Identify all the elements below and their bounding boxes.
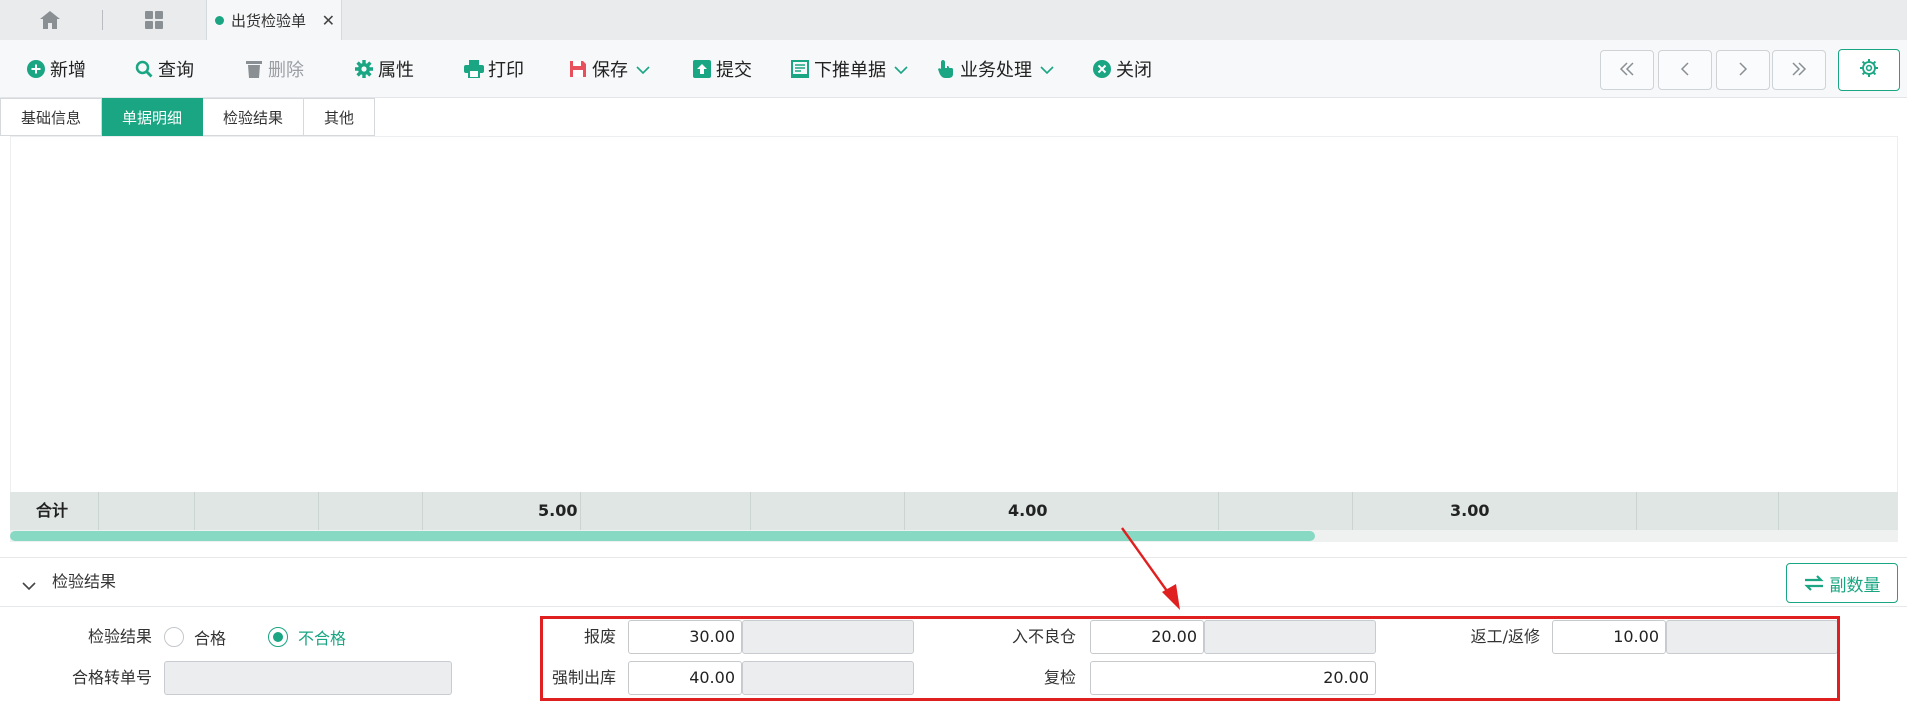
radio-circle[interactable] [164,627,184,647]
properties-button[interactable]: 属性 [354,40,414,98]
close-circle-icon [1092,59,1112,79]
first-page-button[interactable] [1600,50,1654,90]
top-tab-bar: 出货检验单 ✕ [0,0,1907,40]
grid-cell [422,492,423,530]
grid-cell [1778,492,1779,530]
total-value: 3.00 [1450,501,1490,520]
push-down-label: 下推单据 [814,60,886,81]
next-page-button[interactable] [1716,50,1770,90]
tab-outbound-inspection[interactable]: 出货检验单 ✕ [206,0,342,40]
grid-cell [580,492,581,530]
active-dot-icon [215,15,224,25]
delete-label: 删除 [268,60,304,81]
first-page-icon [1619,61,1635,80]
tab-other[interactable]: 其他 [304,98,376,136]
chevron-down-icon[interactable] [636,59,650,80]
tab-inspection-result[interactable]: 检验结果 [203,98,305,136]
new-label: 新增 [50,60,86,81]
next-page-icon [1738,61,1748,80]
home-icon[interactable] [30,6,70,34]
submit-label: 提交 [716,60,752,81]
query-button[interactable]: 查询 [134,40,194,98]
business-process-label: 业务处理 [960,60,1032,81]
save-icon [568,59,588,79]
plus-circle-icon [26,59,46,79]
print-button[interactable]: 打印 [464,40,524,98]
new-button[interactable]: 新增 [26,40,86,98]
sub-quantity-label: 副数量 [1829,575,1881,596]
chevron-down-icon[interactable] [22,576,36,595]
radio-fail[interactable]: 不合格 [268,620,346,654]
printer-icon [464,59,484,79]
settings-icon [1859,58,1879,82]
print-label: 打印 [488,60,524,81]
search-icon [134,59,154,79]
tab-separator [102,10,103,30]
chevron-down-icon[interactable] [1040,59,1054,80]
total-value: 5.00 [538,501,578,520]
tab-basic-info[interactable]: 基础信息 [0,98,103,136]
grid-cell [98,492,99,530]
grid-cell [904,492,905,530]
tab-label: 出货检验单 [231,11,307,30]
prev-page-button[interactable] [1658,50,1712,90]
radio-pass-label: 合格 [194,629,227,648]
radio-fail-label: 不合格 [298,629,347,648]
close-tab-icon[interactable]: ✕ [322,11,335,30]
delete-button[interactable]: 删除 [244,40,304,98]
pass-transfer-label: 合格转单号 [71,668,152,687]
highlight-box [540,616,1840,701]
sub-quantity-button[interactable]: 副数量 [1786,563,1898,603]
sub-tabs: 基础信息 单据明细 检验结果 其他 [0,98,376,136]
tab-document-detail[interactable]: 单据明细 [102,98,204,136]
grid-total-row: 合计 5.00 4.00 3.00 [10,492,1898,530]
grid-cell [318,492,319,530]
hand-pointer-icon [936,59,956,79]
trash-icon [244,59,264,79]
last-page-button[interactable] [1772,50,1826,90]
close-label: 关闭 [1116,60,1152,81]
gear-icon [354,59,374,79]
save-button[interactable]: 保存 [568,40,650,98]
prev-page-icon [1680,61,1690,80]
save-label: 保存 [592,60,628,81]
inspection-result-section-header[interactable]: 检验结果 [0,557,1907,607]
query-label: 查询 [158,60,194,81]
grid-cell [1636,492,1637,530]
business-process-button[interactable]: 业务处理 [936,40,1054,98]
detail-grid [10,136,1898,542]
radio-circle[interactable] [268,627,288,647]
settings-button[interactable] [1838,49,1900,91]
properties-label: 属性 [378,60,414,81]
push-down-button[interactable]: 下推单据 [790,40,908,98]
document-push-icon [790,59,810,79]
grid-cell [750,492,751,530]
apps-grid-icon[interactable] [134,6,174,34]
annotation-arrow-icon [1121,527,1180,610]
grid-cell [1352,492,1353,530]
last-page-icon [1791,61,1807,80]
result-label: 检验结果 [87,627,152,646]
grid-cell [194,492,195,530]
section-title: 检验结果 [52,572,117,591]
chevron-down-icon[interactable] [894,59,908,80]
grid-cell [1218,492,1219,530]
pass-transfer-field[interactable] [164,661,452,695]
total-label: 合计 [36,501,69,520]
submit-button[interactable]: 提交 [692,40,752,98]
swap-arrows-icon [1803,575,1824,591]
upload-icon [692,59,712,79]
radio-pass[interactable]: 合格 [164,620,226,654]
total-value: 4.00 [1008,501,1048,520]
close-button[interactable]: 关闭 [1092,40,1152,98]
